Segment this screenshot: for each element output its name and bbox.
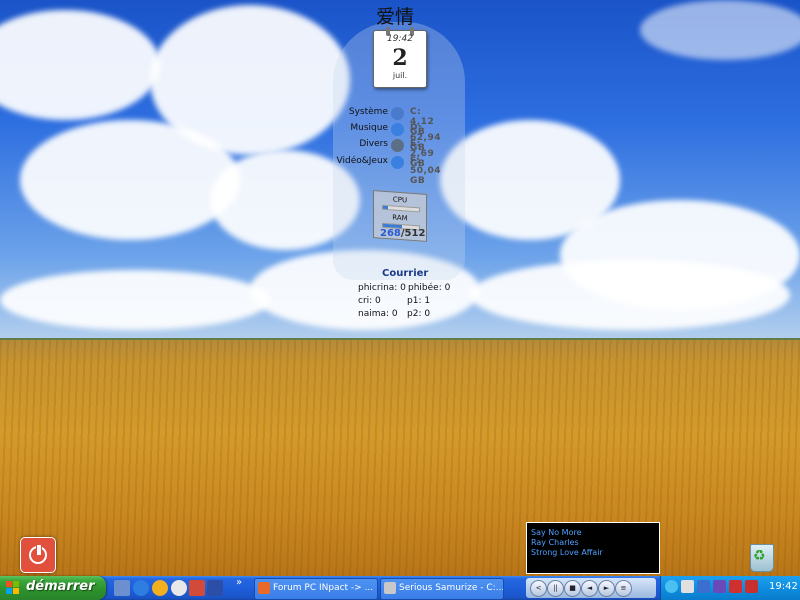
tray-antivirus-icon[interactable] [729, 580, 742, 593]
windows-logo-icon [6, 581, 20, 595]
mail-account: phicrina: 0 [358, 283, 406, 293]
drive-name: Système [348, 107, 388, 117]
logo-green-quad [13, 581, 19, 587]
gadget-title: 爱情 [376, 6, 415, 28]
ram-used: 268 [380, 228, 401, 239]
internet-explorer-icon[interactable] [133, 580, 149, 596]
calendar-day: 2 [392, 45, 408, 71]
taskbar: démarrer » Forum PC INpact -> ... Seriou… [0, 576, 800, 600]
drive-disk-icon [391, 123, 404, 136]
mail-title: Courrier [382, 268, 429, 279]
mail-account: phibée: 0 [408, 283, 451, 293]
media-next-button[interactable]: ► [598, 580, 615, 597]
cloud [640, 0, 800, 60]
calendar-widget: 19:42 2 juil. [373, 27, 427, 88]
task-button-forum[interactable]: Forum PC INpact -> ... [254, 578, 378, 600]
mail-account: naima: 0 [358, 309, 398, 319]
tray-volume-icon[interactable] [697, 580, 710, 593]
mail-account: p1: 1 [407, 296, 431, 306]
cpu-bar-fill [383, 205, 389, 210]
wallpaper-wheat-field [0, 340, 800, 576]
ram-total: /512 [400, 228, 426, 239]
browser-icon [258, 582, 270, 594]
shutdown-icon[interactable] [20, 537, 56, 573]
now-playing-track: Say No More [531, 528, 582, 537]
drive-name: Vidéo&Jeux [336, 156, 388, 166]
samurize-icon [384, 582, 396, 594]
logo-red-quad [6, 581, 12, 587]
tray-clock[interactable]: 19:42 [769, 581, 798, 592]
calendar-month: juil. [392, 71, 408, 80]
media-menu-button[interactable]: ≡ [615, 580, 632, 597]
system-tray: 19:42 [660, 576, 800, 600]
recycle-symbol-icon: ♻ [753, 548, 766, 564]
now-playing-artist: Ray Charles [531, 538, 579, 547]
start-button[interactable]: démarrer [0, 576, 106, 600]
task-label: Serious Samurize - C:... [399, 583, 504, 593]
cloud [470, 260, 790, 330]
tray-security-icon[interactable] [745, 580, 758, 593]
drive-disk-icon [391, 156, 404, 169]
cloud [0, 270, 270, 330]
media-stop-button[interactable]: ■ [564, 580, 581, 597]
power-bar-icon [36, 544, 42, 556]
logo-blue-quad [6, 588, 12, 594]
word-icon[interactable] [207, 580, 223, 596]
recycle-bin-icon[interactable]: ♻ [746, 538, 776, 572]
drive-disk-icon [391, 107, 404, 120]
drive-name: Musique [350, 123, 388, 133]
drive-size: F: 50,04 GB [410, 156, 441, 186]
quicklaunch-chevron[interactable]: » [236, 577, 242, 588]
cpu-bar [382, 204, 420, 213]
media-player-icon[interactable] [152, 580, 168, 596]
media-back-button[interactable]: ◄ [581, 580, 598, 597]
drive-name: Divers [359, 139, 388, 149]
media-controls: < || ■ ◄ ► ≡ [526, 578, 656, 598]
tray-app-icon[interactable] [713, 580, 726, 593]
drive-disk-icon [391, 139, 404, 152]
media-prev-button[interactable]: < [530, 580, 547, 597]
calendar-time: 19:42 [387, 34, 413, 44]
soccer-ball-icon[interactable] [171, 580, 187, 596]
mail-account: p2: 0 [407, 309, 431, 319]
tray-hide-chevron-icon[interactable] [665, 580, 678, 593]
task-button-samurize[interactable]: Serious Samurize - C:... [380, 578, 504, 600]
task-label: Forum PC INpact -> ... [273, 583, 374, 593]
show-desktop-icon[interactable] [114, 580, 130, 596]
media-app-icon[interactable] [189, 580, 205, 596]
ram-readout: 268/512 [380, 228, 425, 239]
start-label: démarrer [26, 579, 95, 594]
media-pause-button[interactable]: || [547, 580, 564, 597]
now-playing-box: Say No More Ray Charles Strong Love Affa… [526, 522, 660, 574]
mail-account: cri: 0 [358, 296, 381, 306]
now-playing-album: Strong Love Affair [531, 548, 603, 557]
logo-yellow-quad [13, 588, 19, 594]
tray-network-icon[interactable] [681, 580, 694, 593]
